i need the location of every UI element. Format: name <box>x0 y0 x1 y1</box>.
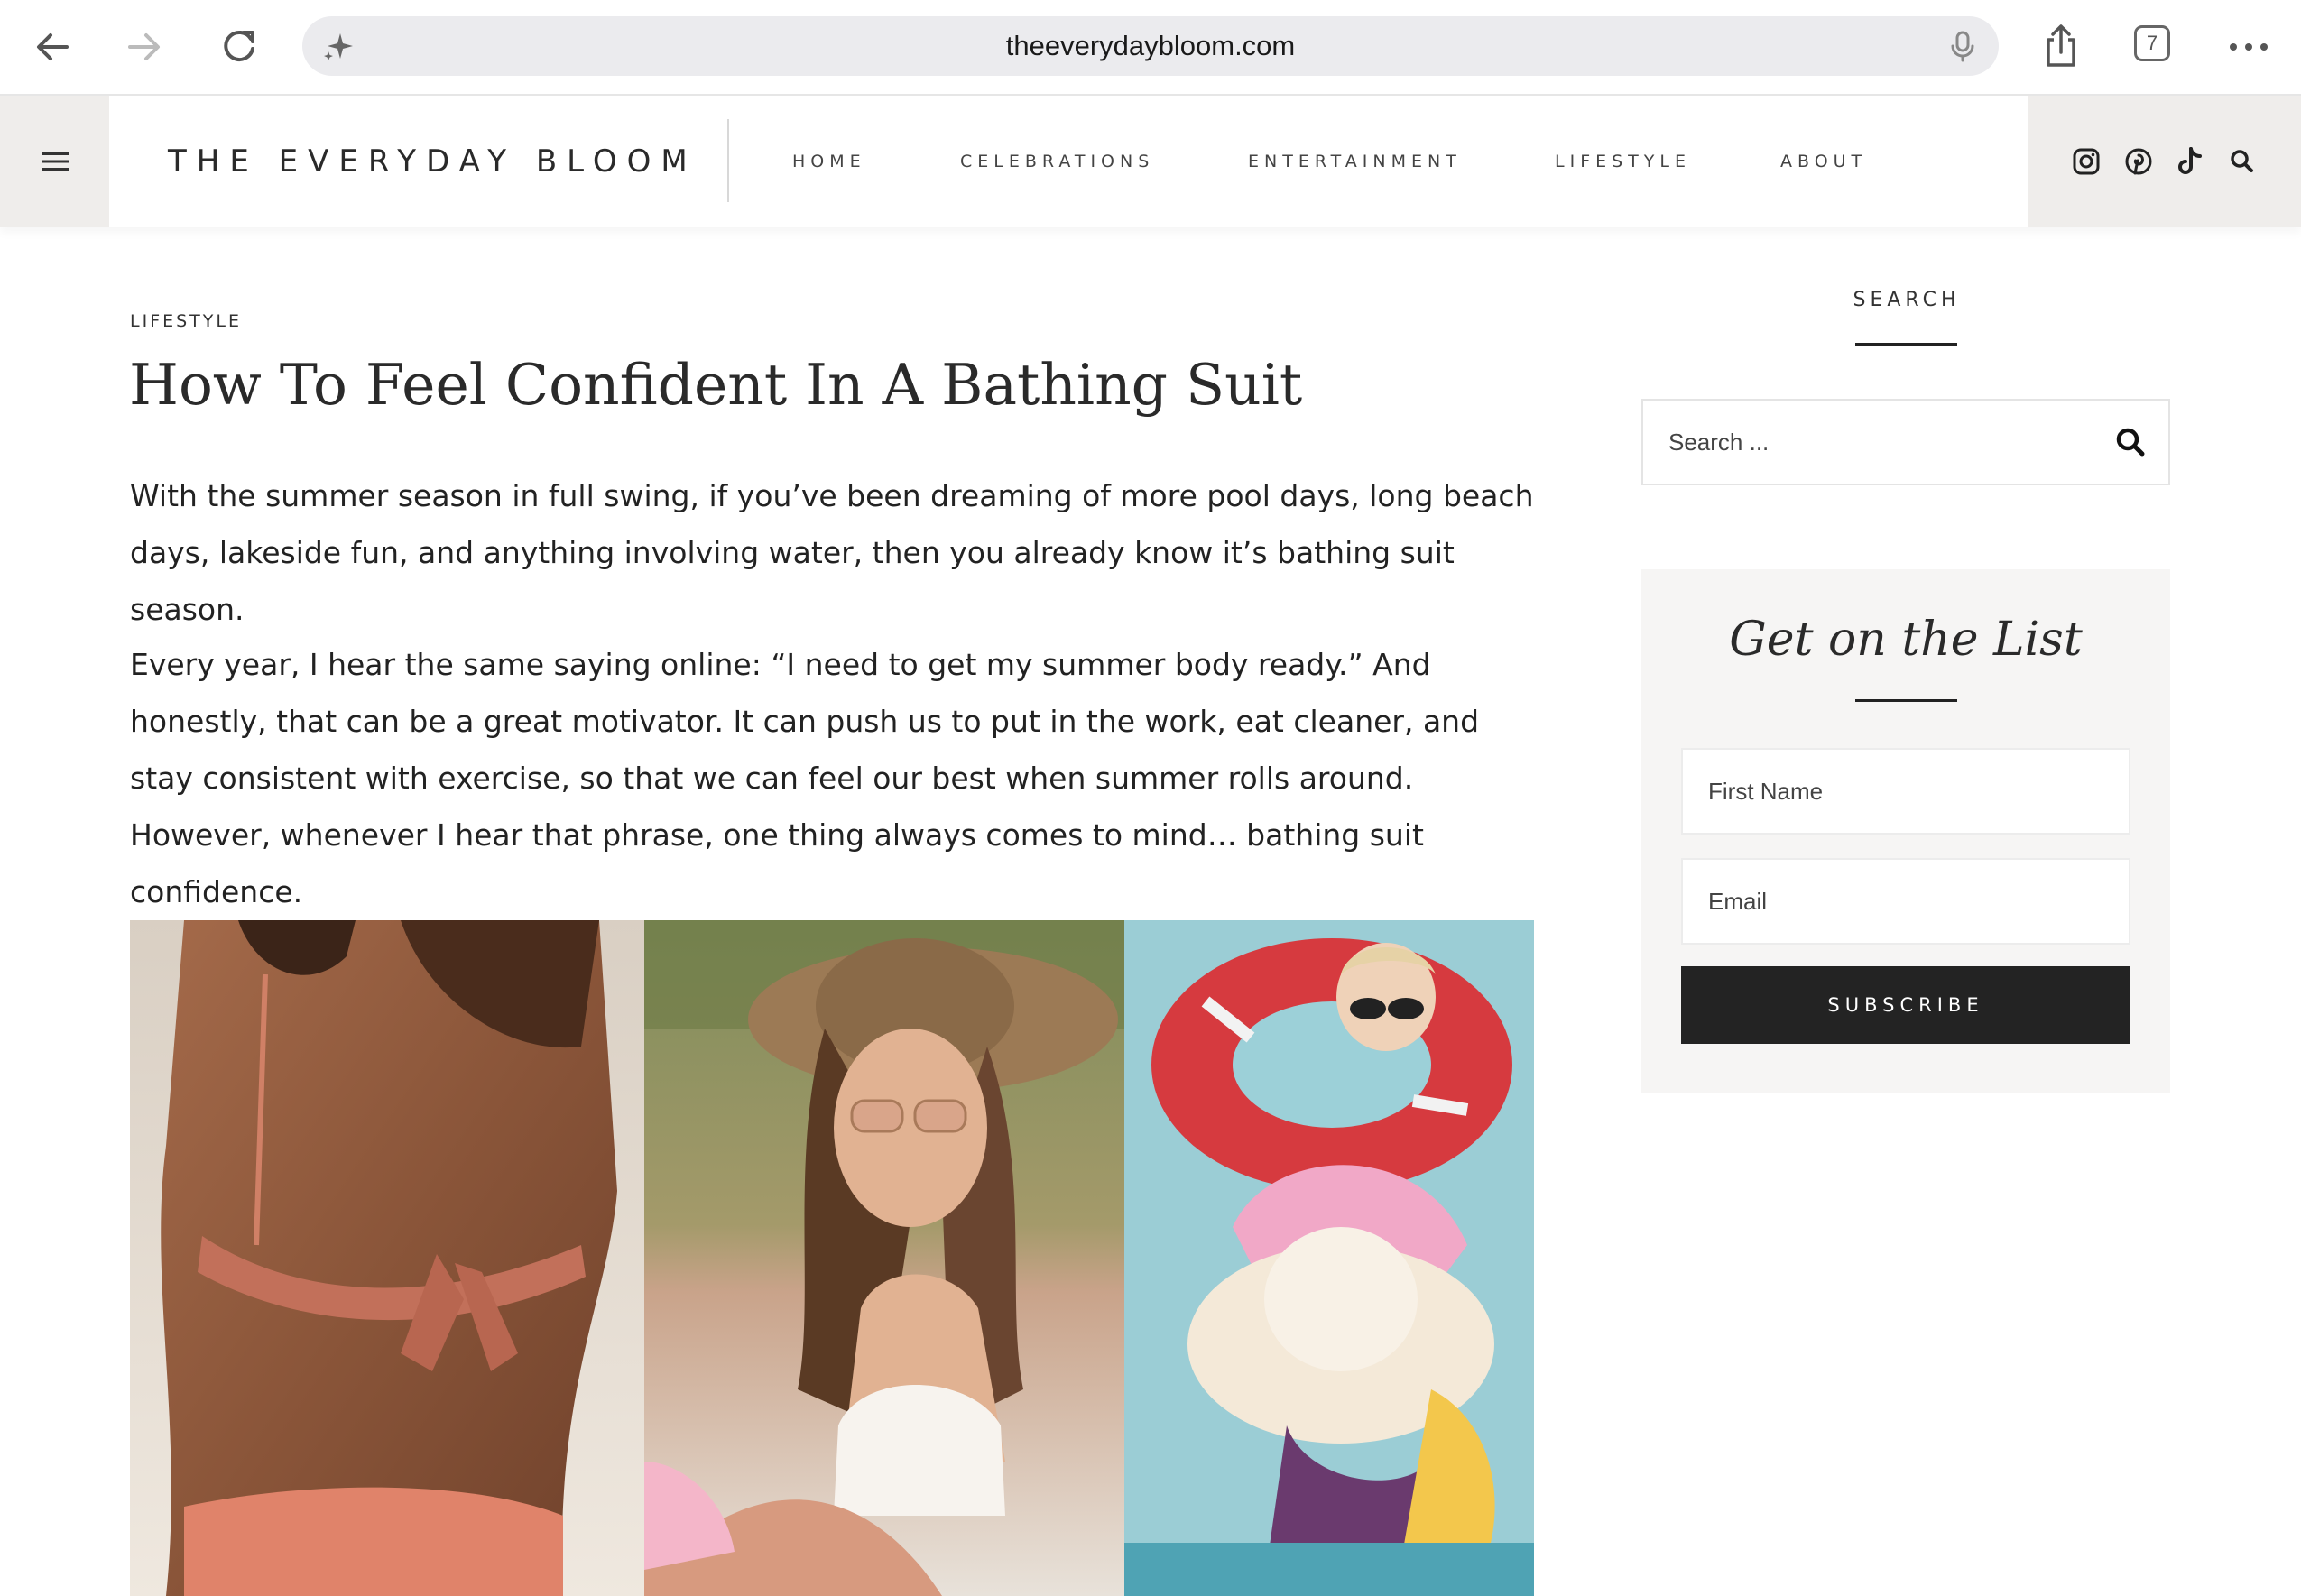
share-icon[interactable] <box>2034 20 2088 74</box>
newsletter-widget: Get on the List First Name Email SUBSCRI… <box>1641 569 2170 1093</box>
post-title: How To Feel Confident In A Bathing Suit <box>129 352 1303 418</box>
address-bar[interactable]: theeverydaybloom.com <box>302 16 1999 76</box>
reload-icon[interactable] <box>212 20 266 74</box>
nav-lifestyle[interactable]: LIFESTYLE <box>1555 96 1691 227</box>
nav-home[interactable]: HOME <box>792 96 866 227</box>
newsletter-title: Get on the List <box>1729 613 2083 667</box>
post-paragraph: With the summer season in full swing, if… <box>130 478 1534 627</box>
back-arrow-icon[interactable] <box>25 20 79 74</box>
first-name-field[interactable]: First Name <box>1681 748 2130 835</box>
microphone-icon[interactable] <box>1945 28 1981 64</box>
email-field[interactable]: Email <box>1681 858 2130 945</box>
url-text[interactable]: theeverydaybloom.com <box>302 16 1999 76</box>
photo-straw-hat <box>644 920 1124 1596</box>
more-icon[interactable] <box>2222 20 2276 74</box>
search-widget-heading: SEARCH <box>1853 289 1961 311</box>
hero-image-collage <box>130 920 1534 1596</box>
tiktok-icon[interactable] <box>2173 144 2207 179</box>
first-name-placeholder: First Name <box>1708 778 1824 805</box>
nav-celebrations[interactable]: CELEBRATIONS <box>960 96 1154 227</box>
email-placeholder: Email <box>1708 888 1768 915</box>
search-icon[interactable] <box>2225 144 2259 179</box>
search-placeholder: Search ... <box>1668 429 1770 456</box>
nav-entertainment[interactable]: ENTERTAINMENT <box>1248 96 1462 227</box>
heading-underline <box>1855 343 1957 346</box>
header-divider <box>727 119 729 202</box>
heading-underline <box>1855 699 1957 702</box>
search-input[interactable]: Search ... <box>1641 399 2170 485</box>
post-category[interactable]: LIFESTYLE <box>130 311 242 331</box>
pinterest-icon[interactable] <box>2121 144 2156 179</box>
nav-about[interactable]: ABOUT <box>1780 96 1867 227</box>
tabs-icon[interactable]: 7 <box>2134 25 2170 61</box>
social-links <box>2028 96 2301 227</box>
photo-bikini-back <box>130 920 644 1596</box>
photo-pool-floats <box>1124 920 1534 1596</box>
site-header: THE EVERYDAY BLOOM HOME CELEBRATIONS ENT… <box>0 96 2301 227</box>
forward-arrow-icon[interactable] <box>117 20 171 74</box>
subscribe-button[interactable]: SUBSCRIBE <box>1681 966 2130 1044</box>
post-paragraph: Every year, I hear the same saying onlin… <box>130 647 1480 909</box>
site-logo[interactable]: THE EVERYDAY BLOOM <box>168 96 698 227</box>
search-submit-icon[interactable] <box>2112 424 2149 460</box>
hamburger-menu-icon[interactable] <box>0 96 109 227</box>
browser-toolbar: theeverydaybloom.com 7 <box>0 0 2301 96</box>
instagram-icon[interactable] <box>2069 144 2103 179</box>
